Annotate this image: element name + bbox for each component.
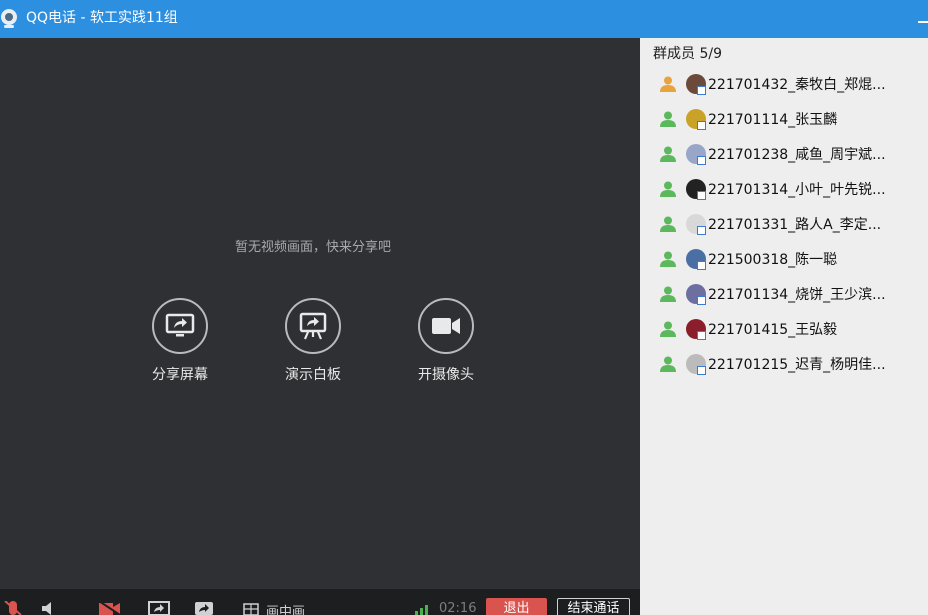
member-item[interactable]: 221701114_张玉麟 (640, 103, 928, 138)
member-item[interactable]: 221701415_王弘毅 (640, 313, 928, 348)
member-item[interactable]: 221701432_秦牧白_郑焜... (640, 68, 928, 103)
member-item[interactable]: 221701215_迟青_杨明佳... (640, 348, 928, 383)
signal-strength-icon (415, 605, 428, 615)
member-name: 221701238_咸鱼_周宇斌... (708, 147, 886, 163)
camera-icon (418, 298, 474, 354)
user-status-icon (660, 181, 676, 197)
speaker-icon[interactable] (40, 601, 56, 615)
device-badge-icon (697, 121, 706, 130)
member-name: 221701432_秦牧白_郑焜... (708, 77, 886, 93)
qq-phone-icon (1, 9, 17, 28)
whiteboard-label: 演示白板 (285, 367, 341, 383)
call-timer: 02:16 (439, 601, 477, 615)
member-name: 221701331_路人A_李定... (708, 217, 882, 233)
picture-in-picture-label[interactable]: 画中画 (266, 601, 305, 615)
camera-off-icon[interactable] (98, 601, 122, 615)
member-item[interactable]: 221500318_陈一聪 (640, 243, 928, 278)
device-badge-icon (697, 366, 706, 375)
member-item[interactable]: 221701314_小叶_叶先锐... (640, 173, 928, 208)
share-screen-toolbar-icon[interactable] (148, 601, 170, 615)
mic-muted-icon[interactable] (4, 601, 22, 615)
member-name: 221701314_小叶_叶先锐... (708, 182, 886, 198)
camera-button[interactable]: 开摄像头 (396, 298, 496, 384)
user-status-icon (660, 251, 676, 267)
device-badge-icon (697, 261, 706, 270)
member-name: 221701114_张玉麟 (708, 112, 838, 128)
camera-label: 开摄像头 (418, 367, 474, 383)
device-badge-icon (697, 296, 706, 305)
member-name: 221701415_王弘毅 (708, 322, 838, 338)
member-panel: 群成员 5/9 221701432_秦牧白_郑焜... 221701114_张玉麟… (640, 38, 928, 615)
whiteboard-toolbar-icon[interactable] (194, 601, 214, 615)
title-bar: QQ电话 - 软工实践11组 (0, 0, 928, 38)
whiteboard-button[interactable]: 演示白板 (263, 298, 363, 384)
member-name: 221701215_迟青_杨明佳... (708, 357, 886, 373)
user-status-icon (660, 111, 676, 127)
no-video-hint: 暂无视频画面，快来分享吧 (234, 240, 391, 255)
member-item[interactable]: 221701134_烧饼_王少滨... (640, 278, 928, 313)
exit-button[interactable]: 退出 (486, 598, 547, 615)
member-list: 221701432_秦牧白_郑焜... 221701114_张玉麟 22170123… (640, 68, 928, 383)
user-status-icon (660, 76, 676, 92)
share-screen-label: 分享屏幕 (152, 367, 208, 383)
end-call-button[interactable]: 结束通话 (557, 598, 630, 615)
member-name: 221701134_烧饼_王少滨... (708, 287, 886, 303)
window-title: QQ电话 - 软工实践11组 (26, 10, 178, 26)
device-badge-icon (697, 156, 706, 165)
member-item[interactable]: 221701331_路人A_李定... (640, 208, 928, 243)
device-badge-icon (697, 191, 706, 200)
user-status-icon (660, 216, 676, 232)
share-screen-button[interactable]: 分享屏幕 (130, 298, 230, 384)
share-screen-icon (152, 298, 208, 354)
user-status-icon (660, 321, 676, 337)
device-badge-icon (697, 331, 706, 340)
device-badge-icon (697, 86, 706, 95)
user-status-icon (660, 286, 676, 302)
user-status-icon (660, 356, 676, 372)
member-item[interactable]: 221701238_咸鱼_周宇斌... (640, 138, 928, 173)
minimize-icon[interactable] (918, 8, 928, 28)
video-area: 暂无视频画面，快来分享吧 分享屏幕 演示白板 开摄像头 (0, 38, 640, 589)
call-toolbar: 画中画 02:16 退出 结束通话 (0, 589, 640, 615)
member-count-header: 群成员 5/9 (653, 46, 722, 62)
member-name: 221500318_陈一聪 (708, 252, 838, 268)
picture-in-picture-icon[interactable] (243, 603, 259, 615)
whiteboard-icon (285, 298, 341, 354)
device-badge-icon (697, 226, 706, 235)
user-status-icon (660, 146, 676, 162)
